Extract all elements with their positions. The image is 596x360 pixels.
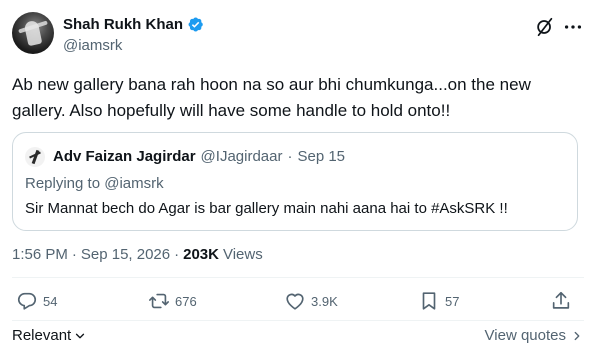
grok-icon[interactable] bbox=[534, 16, 556, 38]
verified-badge-icon bbox=[188, 17, 203, 32]
timestamp-separator-2: · bbox=[174, 246, 180, 263]
bookmark-button[interactable]: 57 bbox=[418, 290, 459, 312]
share-button[interactable] bbox=[550, 290, 572, 312]
quoted-author-avatar bbox=[25, 147, 45, 167]
reply-count: 54 bbox=[43, 293, 58, 309]
views-count: 203K bbox=[183, 246, 219, 263]
quoted-separator: · bbox=[287, 148, 293, 165]
quoted-author-handle: @IJagirdaar bbox=[200, 148, 283, 165]
tweet-text: Ab new gallery bana rah hoon na so aur b… bbox=[12, 75, 531, 120]
quoted-tweet-text: Sir Mannat bech do Agar is bar gallery m… bbox=[25, 200, 508, 217]
reply-button[interactable]: 54 bbox=[16, 290, 57, 312]
tweet-header: Shah Rukh Khan @iamsrk bbox=[12, 10, 584, 60]
tweet-timestamp-row: 1:56 PM · Sep 15, 2026 · 203K Views bbox=[12, 246, 263, 263]
sort-relevant-dropdown[interactable]: Relevant bbox=[12, 327, 87, 344]
divider-bottom bbox=[12, 320, 584, 321]
author-name-row: Shah Rukh Khan bbox=[63, 16, 204, 33]
tweet-actions-bar: 54 676 3.9K 57 bbox=[12, 290, 584, 320]
more-options-icon[interactable] bbox=[562, 16, 584, 38]
view-quotes-label: View quotes bbox=[484, 327, 566, 344]
repost-button[interactable]: 676 bbox=[148, 290, 197, 312]
quoted-tweet[interactable]: Adv Faizan Jagirdar @IJagirdaar · Sep 15… bbox=[12, 132, 578, 231]
divider-top bbox=[12, 277, 584, 278]
timestamp-separator: · bbox=[71, 246, 77, 263]
like-count: 3.9K bbox=[311, 293, 338, 309]
bookmark-icon bbox=[422, 292, 436, 310]
sort-relevant-label: Relevant bbox=[12, 327, 72, 344]
author-handle[interactable]: @iamsrk bbox=[63, 37, 122, 54]
chevron-down-icon bbox=[76, 333, 85, 338]
tweet-date[interactable]: Sep 15, 2026 bbox=[81, 246, 170, 263]
heart-icon bbox=[286, 293, 304, 310]
chevron-right-icon bbox=[574, 331, 580, 340]
views-label: Views bbox=[222, 246, 263, 263]
share-icon bbox=[552, 291, 570, 309]
bookmark-count: 57 bbox=[445, 293, 460, 309]
author-display-name[interactable]: Shah Rukh Khan bbox=[63, 16, 183, 33]
repost-count: 676 bbox=[175, 293, 197, 309]
quoted-author-name: Adv Faizan Jagirdar bbox=[53, 148, 196, 165]
quoted-replying-to: Replying to @iamsrk bbox=[25, 175, 164, 192]
author-avatar[interactable] bbox=[12, 12, 54, 54]
quoted-tweet-header: Adv Faizan Jagirdar @IJagirdaar · Sep 15 bbox=[53, 148, 345, 165]
tweet-time[interactable]: 1:56 PM bbox=[12, 246, 68, 263]
repost-icon bbox=[149, 293, 169, 309]
replies-footer: Relevant View quotes bbox=[12, 327, 584, 349]
like-button[interactable]: 3.9K bbox=[284, 290, 338, 312]
view-quotes-link[interactable]: View quotes bbox=[485, 327, 584, 344]
reply-icon bbox=[17, 292, 37, 310]
quoted-date: Sep 15 bbox=[297, 148, 346, 165]
